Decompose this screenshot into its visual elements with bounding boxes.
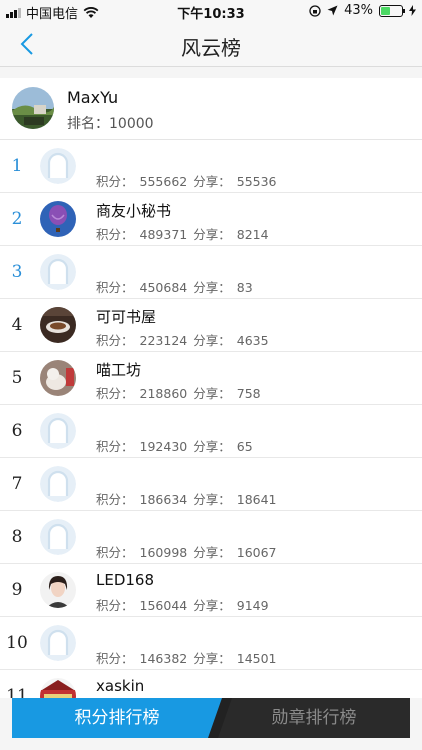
coffee-avatar-icon: [40, 307, 76, 343]
rank-number: 3: [11, 262, 23, 282]
rank-number: 7: [11, 474, 23, 494]
cat-avatar-icon: [40, 360, 76, 396]
user-stats: 积分： 186634 分享： 18641: [96, 492, 277, 507]
rank-number: 9: [11, 580, 23, 600]
rank-number: 6: [11, 421, 23, 441]
ranking-row[interactable]: 5 喵工坊 积分： 218860 分享： 758: [0, 352, 422, 405]
building-avatar-icon: [40, 678, 76, 698]
ranking-row[interactable]: 7 积分： 186634 分享： 18641: [0, 458, 422, 511]
orientation-lock-icon: [309, 4, 321, 17]
user-name: LED168: [96, 571, 155, 589]
user-stats: 积分： 223124 分享： 4635: [96, 333, 269, 348]
leaderboard-tab-bar: 积分排行榜 勋章排行榜: [12, 698, 410, 738]
user-name: 商友小秘书: [96, 202, 172, 220]
location-icon: [327, 5, 338, 16]
rank-number: 11: [6, 686, 28, 698]
user-name: xaskin: [96, 677, 145, 695]
rank-number: 4: [11, 315, 23, 335]
balloon-avatar-icon: [40, 201, 76, 237]
default-avatar-icon: [40, 254, 76, 290]
battery-icon: [379, 4, 405, 17]
status-bar: 中国电信 下午10:33 43%: [0, 0, 422, 22]
ranking-row[interactable]: 1 积分： 555662 分享： 55536: [0, 140, 422, 193]
ranking-row[interactable]: 8 积分： 160998 分享： 16067: [0, 511, 422, 564]
user-stats: 积分： 160998 分享： 16067: [96, 545, 277, 560]
ranking-row[interactable]: 2 商友小秘书 积分： 489371 分享： 8214: [0, 193, 422, 246]
user-name: 可可书屋: [96, 308, 157, 326]
person-avatar-icon: [40, 572, 76, 608]
rank-number: 5: [11, 368, 23, 388]
rank-number: 8: [11, 527, 23, 547]
ranking-list[interactable]: 1 积分： 555662 分享： 55536 2 商友小秘书 积分： 489371 分享：…: [0, 140, 422, 698]
default-avatar-icon: [40, 519, 76, 555]
rank-number: 1: [11, 156, 23, 176]
ranking-row[interactable]: 3 积分： 450684 分享： 83: [0, 246, 422, 299]
user-stats: 积分： 218860 分享： 758: [96, 386, 261, 401]
rank-number: 10: [6, 633, 28, 653]
user-stats: 积分： 156044 分享： 9149: [96, 598, 269, 613]
user-stats: 积分： 450684 分享： 83: [96, 280, 253, 295]
default-avatar-icon: [40, 413, 76, 449]
default-avatar-icon: [40, 625, 76, 661]
user-stats: 积分： 146382 分享： 14501: [96, 651, 277, 666]
ranking-row[interactable]: 9 LED168 积分： 156044 分享： 9149: [0, 564, 422, 617]
my-avatar: [12, 87, 54, 129]
ranking-row[interactable]: 10 积分： 146382 分享： 14501: [0, 617, 422, 670]
charging-icon: [409, 5, 416, 16]
my-rank: 排名：10000: [67, 116, 154, 132]
user-stats: 积分： 489371 分享： 8214: [96, 227, 269, 242]
battery-percent: 43%: [344, 3, 373, 18]
default-avatar-icon: [40, 148, 76, 184]
default-avatar-icon: [40, 466, 76, 502]
ranking-row[interactable]: 6 积分： 192430 分享： 65: [0, 405, 422, 458]
tab-points-leaderboard[interactable]: 积分排行榜: [12, 698, 222, 738]
ranking-row[interactable]: 11 xaskin 积分：分享：: [0, 670, 422, 698]
user-stats: 积分： 192430 分享： 65: [96, 439, 253, 454]
nav-bar: 风云榜: [0, 22, 422, 67]
page-title: 风云榜: [181, 36, 241, 60]
tab-medal-leaderboard[interactable]: 勋章排行榜: [218, 698, 410, 738]
my-rank-card: MaxYu 排名：10000: [0, 78, 422, 140]
my-name: MaxYu: [67, 88, 119, 107]
rank-number: 2: [11, 209, 23, 229]
user-name: 喵工坊: [96, 361, 142, 379]
user-stats: 积分： 555662 分享： 55536: [96, 174, 277, 189]
ranking-row[interactable]: 4 可可书屋 积分： 223124 分享： 4635: [0, 299, 422, 352]
